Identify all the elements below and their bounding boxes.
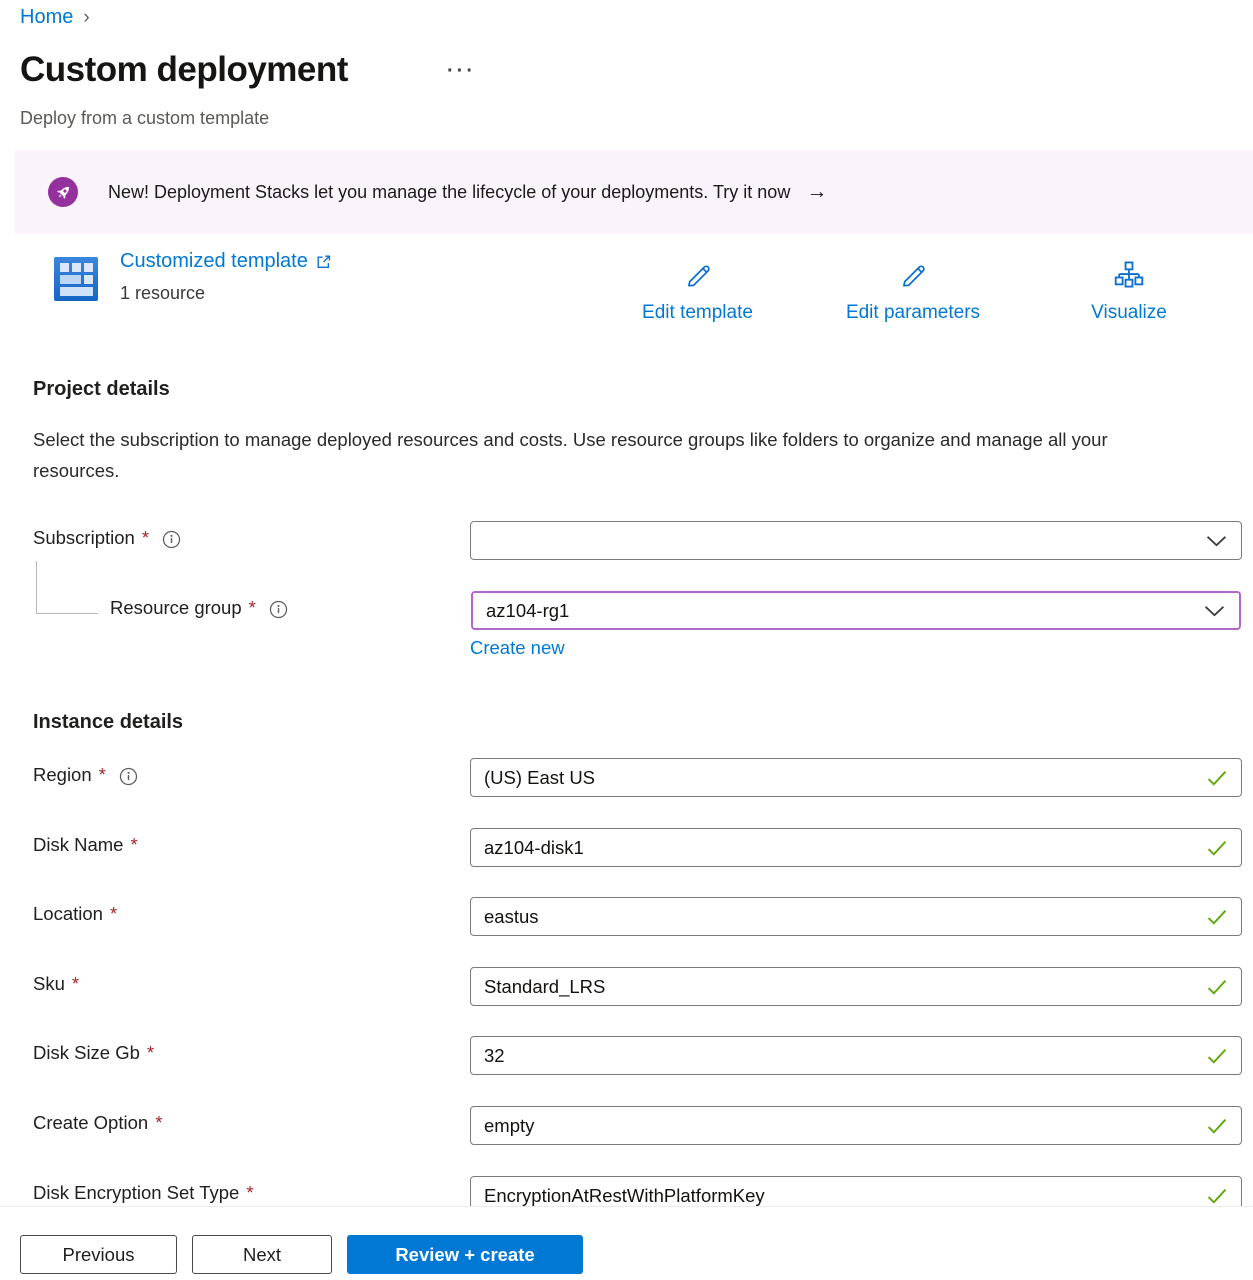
subscription-dropdown[interactable] — [470, 521, 1242, 560]
arrow-right-icon[interactable]: → — [806, 180, 827, 204]
disk-encryption-set-type-value: EncryptionAtRestWithPlatformKey — [471, 1185, 1207, 1207]
required-asterisk: * — [246, 1182, 253, 1204]
footer-action-bar: Previous Next Review + create — [0, 1206, 1253, 1280]
visualize-button[interactable]: Visualize — [1065, 260, 1193, 324]
customized-template-link[interactable]: Customized template — [120, 250, 331, 273]
page-title: Custom deployment — [20, 50, 348, 90]
pencil-icon — [897, 260, 929, 292]
template-icon — [52, 255, 100, 308]
breadcrumb-home-link[interactable]: Home — [20, 6, 73, 28]
external-link-icon — [315, 254, 331, 270]
resource-group-label: Resource group * — [110, 597, 288, 619]
valid-check-icon — [1207, 770, 1227, 786]
more-options-button[interactable]: ··· — [447, 60, 476, 83]
previous-button[interactable]: Previous — [20, 1235, 177, 1274]
project-details-heading: Project details — [33, 378, 170, 401]
disk-name-input[interactable]: az104-disk1 — [470, 828, 1242, 867]
project-details-description: Select the subscription to manage deploy… — [33, 424, 1193, 486]
disk-size-label-text: Disk Size Gb — [33, 1042, 140, 1064]
resource-group-value: az104-rg1 — [473, 600, 1204, 622]
info-icon[interactable] — [269, 600, 288, 619]
info-icon[interactable] — [162, 530, 181, 549]
valid-check-icon — [1207, 909, 1227, 925]
sku-input[interactable]: Standard_LRS — [470, 967, 1242, 1006]
next-button[interactable]: Next — [192, 1235, 332, 1274]
disk-encryption-set-type-label-text: Disk Encryption Set Type — [33, 1182, 239, 1204]
valid-check-icon — [1207, 1188, 1227, 1204]
rocket-icon — [48, 177, 78, 207]
disk-name-label: Disk Name * — [33, 834, 138, 856]
disk-name-label-text: Disk Name — [33, 834, 123, 856]
visualize-label: Visualize — [1065, 302, 1193, 324]
disk-encryption-set-type-label: Disk Encryption Set Type * — [33, 1182, 254, 1204]
review-create-button[interactable]: Review + create — [347, 1235, 583, 1274]
resource-group-dropdown[interactable]: az104-rg1 — [471, 591, 1241, 630]
chevron-down-icon — [1206, 535, 1227, 547]
banner-message: New! Deployment Stacks let you manage th… — [108, 182, 790, 203]
valid-check-icon — [1207, 1118, 1227, 1134]
chevron-down-icon — [1204, 605, 1225, 617]
location-input[interactable]: eastus — [470, 897, 1242, 936]
resource-group-label-text: Resource group — [110, 597, 242, 619]
disk-size-value: 32 — [471, 1045, 1207, 1067]
subscription-label-text: Subscription — [33, 527, 135, 549]
sku-label-text: Sku — [33, 973, 65, 995]
required-asterisk: * — [249, 597, 256, 619]
disk-name-value: az104-disk1 — [471, 837, 1207, 859]
required-asterisk: * — [155, 1112, 162, 1134]
region-value: (US) East US — [471, 767, 1207, 789]
disk-size-input[interactable]: 32 — [470, 1036, 1242, 1075]
sku-label: Sku * — [33, 973, 79, 995]
region-input[interactable]: (US) East US — [470, 758, 1242, 797]
create-option-value: empty — [471, 1115, 1207, 1137]
required-asterisk: * — [110, 903, 117, 925]
location-value: eastus — [471, 906, 1207, 928]
valid-check-icon — [1207, 1048, 1227, 1064]
disk-size-label: Disk Size Gb * — [33, 1042, 154, 1064]
page-subtitle: Deploy from a custom template — [20, 108, 269, 129]
template-resource-count: 1 resource — [120, 283, 205, 304]
subscription-label: Subscription * — [33, 527, 181, 549]
pencil-icon — [682, 260, 714, 292]
info-icon[interactable] — [119, 767, 138, 786]
edit-template-button[interactable]: Edit template — [630, 260, 765, 324]
required-asterisk: * — [72, 973, 79, 995]
edit-parameters-label: Edit parameters — [833, 302, 993, 324]
required-asterisk: * — [130, 834, 137, 856]
edit-template-label: Edit template — [630, 302, 765, 324]
create-new-link[interactable]: Create new — [470, 637, 565, 659]
region-label-text: Region — [33, 764, 92, 786]
location-label-text: Location — [33, 903, 103, 925]
required-asterisk: * — [99, 764, 106, 786]
custom-deployment-page: Home › Custom deployment ··· Deploy from … — [0, 0, 1253, 1280]
customized-template-label: Customized template — [120, 250, 308, 273]
deployment-stacks-banner[interactable]: New! Deployment Stacks let you manage th… — [15, 150, 1253, 234]
location-label: Location * — [33, 903, 117, 925]
create-option-input[interactable]: empty — [470, 1106, 1242, 1145]
valid-check-icon — [1207, 979, 1227, 995]
valid-check-icon — [1207, 840, 1227, 856]
create-option-label-text: Create Option — [33, 1112, 148, 1134]
sku-value: Standard_LRS — [471, 976, 1207, 998]
edit-parameters-button[interactable]: Edit parameters — [833, 260, 993, 324]
region-label: Region * — [33, 764, 138, 786]
subscription-resource-group-connector — [36, 561, 98, 614]
required-asterisk: * — [142, 527, 149, 549]
create-option-label: Create Option * — [33, 1112, 162, 1134]
instance-details-heading: Instance details — [33, 711, 183, 734]
hierarchy-icon — [1113, 260, 1145, 292]
breadcrumb-chevron-icon: › — [83, 7, 89, 28]
required-asterisk: * — [147, 1042, 154, 1064]
breadcrumb: Home › — [20, 6, 90, 29]
